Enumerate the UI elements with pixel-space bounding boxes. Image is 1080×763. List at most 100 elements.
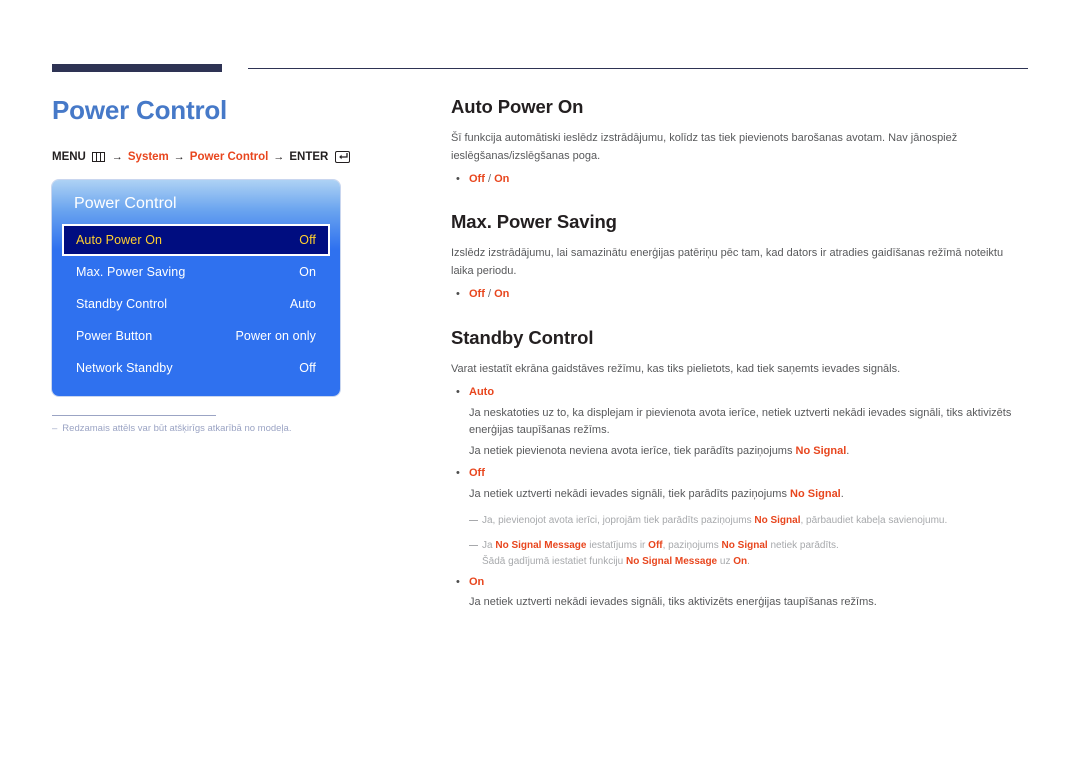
- emphasis-no-signal: No Signal: [790, 487, 841, 500]
- osd-row-label: Standby Control: [76, 296, 168, 311]
- footnote-block: – Redzamais attēls var būt atšķirīgs atk…: [52, 414, 300, 436]
- note-text: Ja, pievienojot avota ierīci, joprojām t…: [482, 513, 1028, 529]
- osd-row-value: Off: [299, 360, 316, 375]
- footnote-divider: [52, 414, 216, 416]
- menu-grid-icon: [91, 151, 105, 162]
- option-list-item-off: • Off Ja netiek uztverti nekādi ievades …: [451, 465, 1028, 570]
- osd-row-label: Network Standby: [76, 360, 173, 375]
- osd-row-value: Power on only: [235, 328, 316, 343]
- emphasis-no-signal-message: No Signal Message: [495, 539, 587, 551]
- osd-row-label: Auto Power On: [76, 232, 163, 247]
- emphasis-no-signal-message: No Signal Message: [625, 555, 718, 567]
- option-off: Off: [469, 172, 485, 185]
- option-values: Off / On: [469, 171, 1028, 189]
- bullet-dot-icon: •: [456, 466, 460, 479]
- breadcrumb-arrow-3: →: [273, 150, 285, 163]
- section-title: Auto Power On: [451, 96, 584, 117]
- note-dash-icon: [469, 538, 482, 570]
- option-separator: /: [484, 288, 495, 301]
- breadcrumb-menu-label: MENU: [52, 150, 86, 163]
- bullet-dot-icon: •: [456, 172, 460, 185]
- option-off-line1-post: .: [840, 487, 844, 500]
- note2-b: iestatījums ir: [586, 539, 649, 551]
- page-title: Power Control: [52, 95, 228, 125]
- option-auto-line1: Ja neskatoties uz to, ka displejam ir pi…: [469, 406, 1012, 437]
- osd-title: Power Control: [74, 194, 177, 212]
- breadcrumb-arrow-1: →: [111, 150, 123, 163]
- note2-c: , paziņojums: [662, 539, 722, 551]
- note1-post: , pārbaudiet kabeļa savienojumu.: [800, 514, 948, 526]
- option-off-label: Off: [469, 466, 485, 479]
- note2-line2-a: Šādā gadījumā iestatiet funkciju: [482, 555, 626, 567]
- option-list-item-on: • On Ja netiek uztverti nekādi ievades s…: [451, 574, 1028, 613]
- enter-key-icon: [335, 150, 351, 163]
- emphasis-off: Off: [648, 539, 663, 551]
- note-cable-check: Ja, pievienojot avota ierīci, joprojām t…: [469, 513, 1028, 529]
- option-off-block: Off Ja netiek uztverti nekādi ievades si…: [469, 465, 1028, 570]
- option-auto-label: Auto: [469, 385, 495, 398]
- note-no-signal-message: Ja No Signal Message iestatījums ir Off,…: [469, 538, 1028, 570]
- option-on-block: On Ja netiek uztverti nekādi ievades sig…: [469, 574, 1028, 613]
- osd-panel: Power Control Auto Power On Off Max. Pow…: [52, 179, 340, 396]
- option-auto-line2-pre: Ja netiek pievienota neviena avota ierīc…: [469, 445, 796, 458]
- option-auto-block: Auto Ja neskatoties uz to, ka displejam …: [469, 384, 1028, 461]
- option-on: On: [494, 172, 510, 185]
- note2-line2-b: uz: [717, 555, 734, 567]
- breadcrumb-item-power-control[interactable]: Power Control: [190, 151, 269, 163]
- header-rules: [52, 62, 1028, 76]
- option-on-line1: Ja netiek uztverti nekādi ievades signāl…: [469, 596, 877, 609]
- section-intro: Šī funkcija automātiski ieslēdz izstrādā…: [451, 132, 958, 162]
- footnote-dash: –: [52, 422, 58, 434]
- breadcrumb-enter-label: ENTER: [289, 150, 329, 163]
- right-column: Auto Power On Šī funkcija automātiski ie…: [451, 96, 1028, 612]
- osd-row-auto-power-on[interactable]: Auto Power On Off: [62, 223, 330, 256]
- option-auto-line2: Ja netiek pievienota neviena avota ierīc…: [469, 443, 1028, 461]
- header-rule-thin: [248, 68, 1028, 69]
- option-on-label: On: [469, 575, 485, 588]
- osd-row-value: Auto: [289, 296, 316, 311]
- note2-second-line: Šādā gadījumā iestatiet funkciju No Sign…: [482, 554, 1028, 570]
- note-dash-icon: [469, 513, 482, 529]
- option-list-item: • Off / On: [451, 286, 1028, 304]
- note2-line2-c: .: [747, 555, 750, 567]
- note2-d: netiek parādīts.: [767, 539, 839, 551]
- osd-row-label: Power Button: [76, 328, 153, 343]
- left-column: Power Control MENU → System → Power Cont…: [52, 96, 412, 435]
- header-rule-thick: [52, 64, 222, 72]
- option-separator: /: [484, 172, 495, 185]
- emphasis-no-signal: No Signal: [795, 445, 847, 458]
- osd-row-value: On: [299, 264, 316, 279]
- note1-pre: Ja, pievienojot avota ierīci, joprojām t…: [482, 514, 755, 526]
- bullet-dot-icon: •: [456, 288, 460, 301]
- emphasis-on: On: [733, 555, 748, 567]
- bullet-dot-icon: •: [456, 385, 460, 398]
- breadcrumb: MENU → System → Power Control → ENTER: [52, 150, 412, 163]
- option-list-item: • Off / On: [451, 171, 1028, 189]
- section-standby-control: Standby Control Varat iestatīt ekrāna ga…: [451, 327, 1028, 612]
- section-max-power-saving: Max. Power Saving Izslēdz izstrādājumu, …: [451, 211, 1028, 303]
- osd-row-label: Max. Power Saving: [76, 264, 186, 279]
- option-auto-line2-post: .: [846, 445, 850, 458]
- osd-row-standby-control[interactable]: Standby Control Auto: [62, 288, 330, 320]
- option-off-line1: Ja netiek uztverti nekādi ievades signāl…: [469, 486, 1028, 504]
- option-off: Off: [469, 288, 485, 301]
- emphasis-no-signal: No Signal: [721, 539, 768, 551]
- osd-row-max-power-saving[interactable]: Max. Power Saving On: [62, 256, 330, 288]
- osd-row-power-button[interactable]: Power Button Power on only: [62, 320, 330, 352]
- section-auto-power-on: Auto Power On Šī funkcija automātiski ie…: [451, 96, 1028, 188]
- osd-row-network-standby[interactable]: Network Standby Off: [62, 352, 330, 384]
- breadcrumb-item-system[interactable]: System: [128, 151, 169, 163]
- section-intro: Varat iestatīt ekrāna gaidstāves režīmu,…: [451, 362, 901, 375]
- option-list-item-auto: • Auto Ja neskatoties uz to, ka displeja…: [451, 384, 1028, 461]
- option-values: Off / On: [469, 286, 1028, 304]
- note2-a: Ja: [482, 539, 496, 551]
- section-title: Standby Control: [451, 326, 594, 348]
- emphasis-no-signal: No Signal: [754, 514, 801, 526]
- section-title: Max. Power Saving: [451, 211, 617, 233]
- section-intro: Izslēdz izstrādājumu, lai samazinātu ene…: [451, 247, 1004, 278]
- option-off-line1-pre: Ja netiek uztverti nekādi ievades signāl…: [469, 487, 791, 500]
- option-on: On: [494, 288, 510, 301]
- footnote: – Redzamais attēls var būt atšķirīgs atk…: [52, 423, 300, 436]
- note-text: Ja No Signal Message iestatījums ir Off,…: [482, 538, 1028, 570]
- bullet-dot-icon: •: [456, 575, 460, 588]
